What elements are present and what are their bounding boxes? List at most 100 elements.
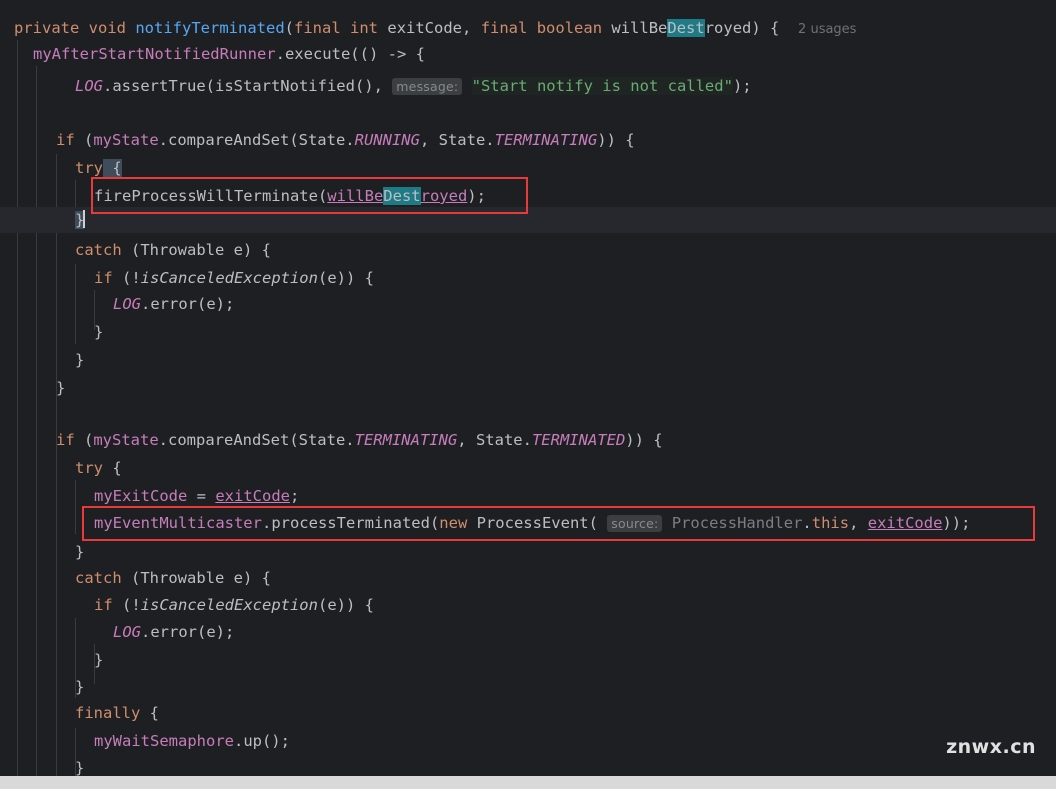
catch-clause: (Throwable e) { xyxy=(121,241,271,259)
statement-tail: ); xyxy=(467,187,486,205)
error-call: .error(e); xyxy=(141,295,235,313)
code-line-24[interactable]: } xyxy=(94,647,103,673)
statement-tail: ; xyxy=(289,487,300,505)
code-line-25[interactable]: } xyxy=(75,674,84,700)
error-call: .error(e); xyxy=(141,623,235,641)
code-line-27[interactable]: myWaitSemaphore.up(); xyxy=(94,728,290,754)
open-negate: (! xyxy=(112,269,141,287)
code-line-17[interactable]: try { xyxy=(75,455,122,481)
catch-clause: (Throwable e) { xyxy=(121,569,271,587)
watermark: znwx.cn xyxy=(946,736,1036,758)
inlay-hint-source[interactable]: source: xyxy=(607,515,663,532)
close-brace: } xyxy=(56,379,66,397)
code-line-9[interactable]: catch (Throwable e) { xyxy=(75,237,271,263)
search-match-highlight: Dest xyxy=(667,19,705,37)
comma: , xyxy=(849,514,868,532)
code-line-22[interactable]: if (!isCanceledException(e)) { xyxy=(94,592,374,618)
indent-guide xyxy=(36,66,37,776)
code-line-10[interactable]: if (!isCanceledException(e)) { xyxy=(94,265,374,291)
code-line-28[interactable]: } xyxy=(75,755,84,776)
indent-guide xyxy=(56,154,57,776)
code-line-20[interactable]: } xyxy=(75,539,84,565)
code-line-5[interactable]: if (myState.compareAndSet(State.RUNNING,… xyxy=(56,127,635,153)
keyword-try: try xyxy=(75,159,103,177)
search-match-highlight: Dest xyxy=(383,187,421,205)
keyword-if: if xyxy=(56,431,75,449)
signature-tail: ) { xyxy=(751,19,780,37)
keyword-new: new xyxy=(439,514,468,532)
indent-guide xyxy=(75,480,76,534)
code-line-6[interactable]: try { xyxy=(75,155,122,181)
method-iscanceledexception: isCanceledException xyxy=(140,596,318,614)
processterminated-call: .processTerminated( xyxy=(261,514,440,532)
keyword-this: this xyxy=(811,514,850,532)
static-field-log: LOG xyxy=(75,77,103,95)
code-line-7[interactable]: fireProcessWillTerminate(willBeDestroyed… xyxy=(94,183,486,209)
condition-tail: (e)) { xyxy=(317,596,374,614)
code-line-3[interactable]: LOG.assertTrue(isStartNotified(), messag… xyxy=(75,73,752,99)
code-line-12[interactable]: } xyxy=(94,319,103,345)
inlay-hint-message[interactable]: message: xyxy=(392,78,463,95)
code-line-18[interactable]: myExitCode = exitCode; xyxy=(94,483,299,509)
editor-surface[interactable]: private void notifyTerminated(final int … xyxy=(0,0,1056,776)
keyword-int: int xyxy=(350,19,379,37)
code-line-19[interactable]: myEventMulticaster.processTerminated(new… xyxy=(94,510,970,536)
close-brace: } xyxy=(75,543,85,561)
type-processevent: ProcessEvent( xyxy=(467,514,598,532)
keyword-catch: catch xyxy=(75,241,122,259)
code-line-16[interactable]: if (myState.compareAndSet(State.TERMINAT… xyxy=(56,427,663,453)
matching-brace-highlight-open: { xyxy=(103,159,122,177)
usages-hint[interactable]: 2 usages xyxy=(798,22,856,37)
code-editor-screenshot: private void notifyTerminated(final int … xyxy=(0,0,1056,789)
code-line-8[interactable]: } xyxy=(75,207,86,233)
close-brace: } xyxy=(94,323,104,341)
string-literal: "Start notify is not called" xyxy=(471,77,733,95)
field-mystate: myState xyxy=(93,131,159,149)
arg-separator: , State. xyxy=(457,431,532,449)
code-line-11[interactable]: LOG.error(e); xyxy=(113,291,234,317)
param-willbedestroyed-suffix: royed xyxy=(704,19,752,37)
code-line-1[interactable]: private void notifyTerminated(final int … xyxy=(14,15,856,41)
enum-constant-terminated: TERMINATED xyxy=(531,431,626,449)
keyword-boolean: boolean xyxy=(536,19,603,37)
condition-tail: )) { xyxy=(625,431,663,449)
comma: , xyxy=(462,19,481,37)
condition-tail: )) { xyxy=(597,131,635,149)
code-line-23[interactable]: LOG.error(e); xyxy=(113,619,234,645)
compareandset-call: .compareAndSet(State. xyxy=(158,431,355,449)
keyword-if: if xyxy=(56,131,75,149)
fireprocesswillterminate-call: fireProcessWillTerminate( xyxy=(94,187,328,205)
enum-constant-running: RUNNING xyxy=(354,131,420,149)
open-brace: { xyxy=(103,459,122,477)
keyword-private: private xyxy=(14,19,80,37)
indent-guide xyxy=(75,180,76,210)
statement-tail: )); xyxy=(942,514,971,532)
code-line-26[interactable]: finally { xyxy=(75,700,159,726)
open-brace: { xyxy=(140,704,159,722)
indent-guide xyxy=(17,40,18,776)
keyword-catch: catch xyxy=(75,569,122,587)
code-line-14[interactable]: } xyxy=(56,375,65,401)
param-willbedestroyed-prefix: willBe xyxy=(611,19,668,37)
condition-tail: (e)) { xyxy=(317,269,374,287)
indent-guide xyxy=(75,264,76,344)
keyword-if: if xyxy=(94,596,113,614)
code-line-21[interactable]: catch (Throwable e) { xyxy=(75,565,271,591)
dot: . xyxy=(802,514,812,532)
enum-constant-terminating: TERMINATING xyxy=(354,431,458,449)
text-caret xyxy=(83,210,86,228)
keyword-finally: finally xyxy=(75,704,141,722)
enum-constant-terminating: TERMINATING xyxy=(494,131,598,149)
code-line-13[interactable]: } xyxy=(75,347,84,373)
close-brace: } xyxy=(75,351,85,369)
close-brace: } xyxy=(94,651,104,669)
code-line-2[interactable]: myAfterStartNotifiedRunner.execute(() ->… xyxy=(33,41,425,67)
